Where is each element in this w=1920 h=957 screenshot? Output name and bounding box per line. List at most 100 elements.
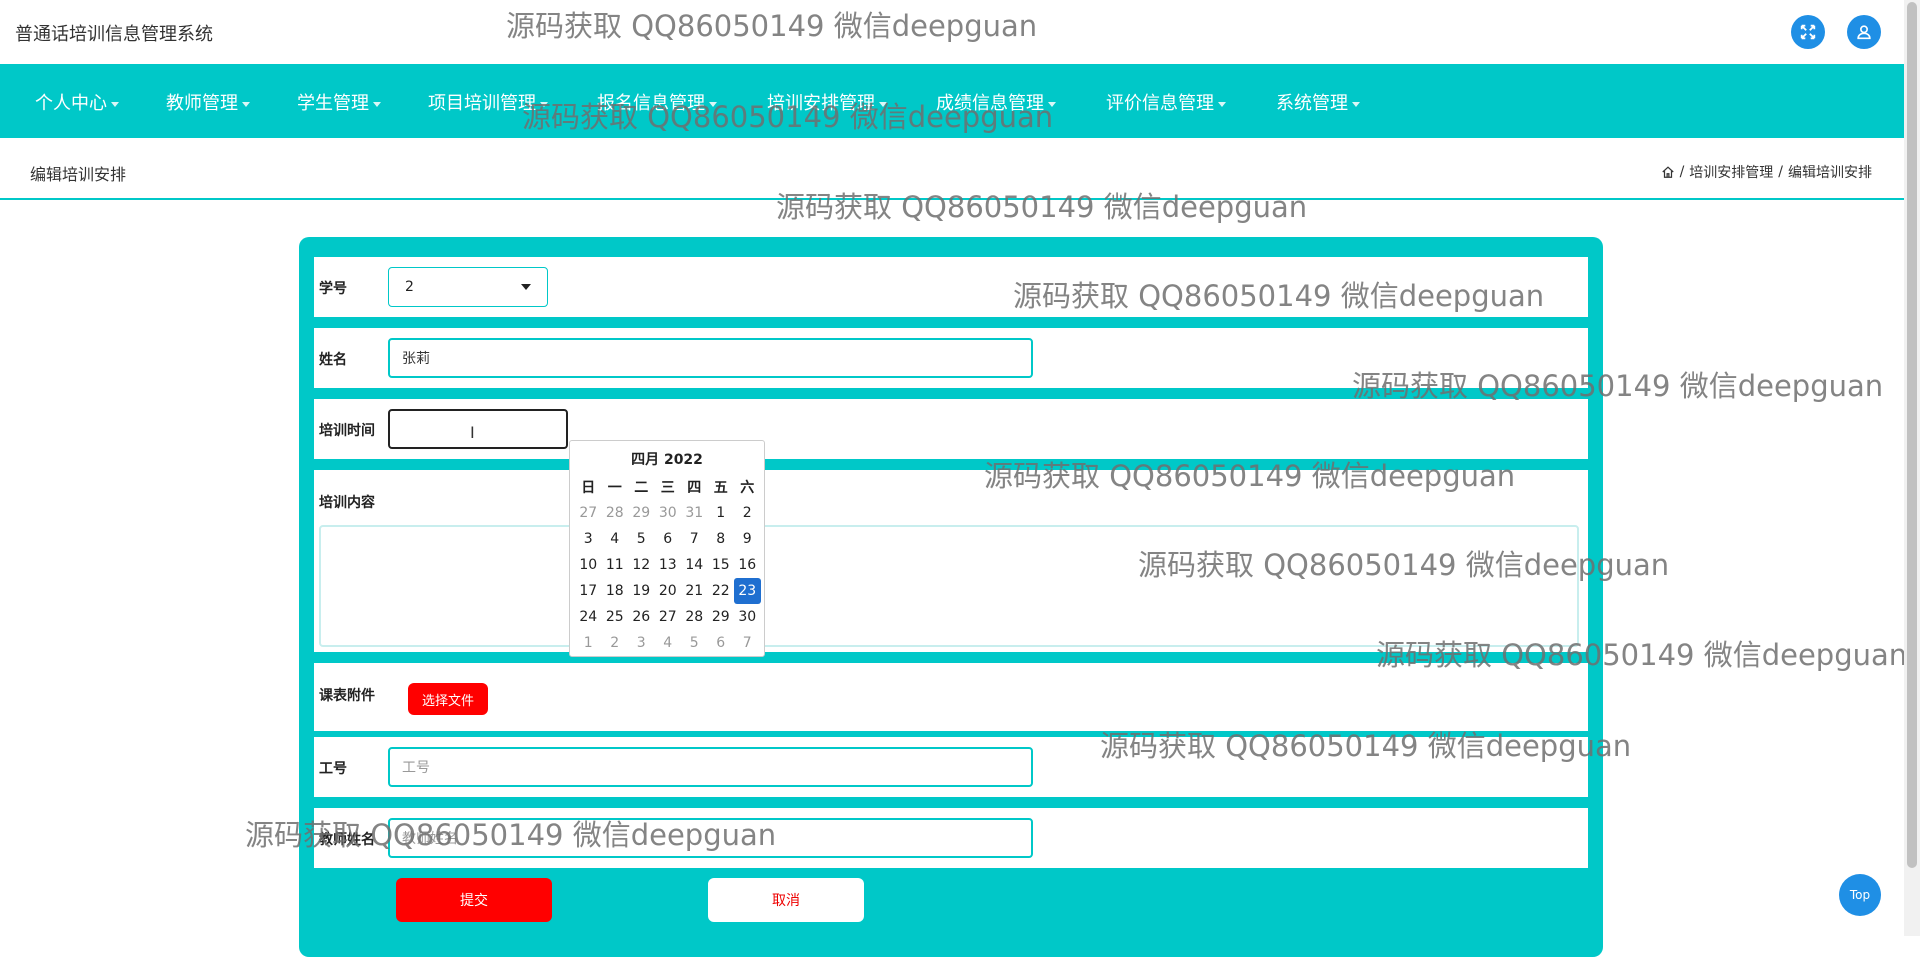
date-picker: 四月 2022 日一二三四五六 27 28 29 30 31 1 2 3 4 5 6 7 8 9 10 11 12…	[569, 440, 765, 657]
nav-item-score-info[interactable]: 成绩信息管理	[936, 89, 1056, 115]
page-title: 编辑培训安排	[30, 165, 127, 184]
calendar-day[interactable]: 25	[602, 604, 629, 630]
calendar-day[interactable]: 12	[628, 552, 655, 578]
weekday-header: 五	[713, 480, 728, 496]
name-input[interactable]: 张莉	[388, 338, 1033, 378]
caret-down-icon	[242, 101, 250, 107]
app-title: 普通话培训信息管理系统	[15, 24, 213, 45]
main-nav: 个人中心 教师管理 学生管理 项目培训管理 报名信息管理 培训安排管理 成绩信息…	[0, 64, 1904, 138]
caret-down-icon	[1218, 101, 1226, 107]
nav-item-system[interactable]: 系统管理	[1276, 89, 1360, 115]
weekday-header: 日	[581, 480, 596, 496]
calendar-day[interactable]: 11	[602, 552, 629, 578]
calendar-day[interactable]: 18	[602, 578, 629, 604]
calendar-day[interactable]: 27	[575, 500, 602, 526]
calendar-day[interactable]: 30	[734, 604, 761, 630]
calendar-day[interactable]: 7	[734, 630, 761, 656]
calendar-day[interactable]: 5	[681, 630, 708, 656]
name-label: 姓名	[319, 352, 347, 368]
user-icon[interactable]	[1847, 15, 1881, 49]
submit-button[interactable]: 提交	[396, 878, 552, 922]
caret-down-icon	[1352, 101, 1360, 107]
calendar-day[interactable]: 19	[628, 578, 655, 604]
calendar-day[interactable]: 30	[655, 500, 682, 526]
calendar-day[interactable]: 23	[734, 578, 761, 604]
attachment-label: 课表附件	[319, 688, 375, 704]
calendar-day[interactable]: 2	[734, 500, 761, 526]
form-row-training-content: 培训内容	[314, 470, 1588, 652]
employee-id-label: 工号	[319, 761, 347, 777]
calendar-day[interactable]: 7	[681, 526, 708, 552]
edit-form: 学号 2 姓名 张莉 培训时间 I 培训内容 课表附件 选择文件 工号 工号 教…	[299, 237, 1603, 957]
calendar-day[interactable]: 31	[681, 500, 708, 526]
calendar-day[interactable]: 17	[575, 578, 602, 604]
nav-item-student-management[interactable]: 学生管理	[297, 89, 381, 115]
calendar-day[interactable]: 1	[708, 500, 735, 526]
training-content-textarea[interactable]	[319, 525, 1579, 647]
scrollbar-thumb[interactable]	[1907, 2, 1917, 868]
form-row-attachment: 课表附件 选择文件	[314, 663, 1588, 731]
nav-item-personal-center[interactable]: 个人中心	[35, 89, 119, 115]
caret-down-icon	[111, 101, 119, 107]
calendar-day[interactable]: 16	[734, 552, 761, 578]
form-row-student-id: 学号 2	[314, 257, 1588, 317]
nav-item-training-schedule[interactable]: 培训安排管理	[767, 89, 887, 115]
nav-item-evaluation[interactable]: 评价信息管理	[1106, 89, 1226, 115]
calendar-day[interactable]: 4	[602, 526, 629, 552]
top-bar: 普通话培训信息管理系统	[0, 0, 1920, 64]
calendar-day[interactable]: 6	[708, 630, 735, 656]
calendar-day[interactable]: 21	[681, 578, 708, 604]
caret-down-icon	[709, 101, 717, 107]
form-row-teacher-name: 教师姓名 教师姓名	[314, 808, 1588, 868]
cancel-button[interactable]: 取消	[708, 878, 864, 922]
calendar-day[interactable]: 10	[575, 552, 602, 578]
calendar-day[interactable]: 24	[575, 604, 602, 630]
calendar-day[interactable]: 2	[602, 630, 629, 656]
teacher-name-label: 教师姓名	[319, 832, 375, 848]
calendar-day[interactable]: 28	[602, 500, 629, 526]
calendar-day[interactable]: 5	[628, 526, 655, 552]
form-row-training-time: 培训时间 I	[314, 399, 1588, 459]
back-to-top-button[interactable]: Top	[1839, 874, 1881, 916]
calendar-day[interactable]: 28	[681, 604, 708, 630]
student-id-select[interactable]: 2	[388, 267, 548, 307]
calendar-grid: 日一二三四五六 27 28 29 30 31 1 2 3 4 5 6 7 8 9 10 11 12 13 14 15 16…	[575, 474, 761, 656]
nav-item-teacher-management[interactable]: 教师管理	[166, 89, 250, 115]
breadcrumb: / 培训安排管理 / 编辑培训安排	[1661, 162, 1872, 182]
calendar-day[interactable]: 4	[655, 630, 682, 656]
calendar-day[interactable]: 1	[575, 630, 602, 656]
fullscreen-icon[interactable]	[1791, 15, 1825, 49]
home-icon[interactable]	[1661, 165, 1675, 179]
training-time-label: 培训时间	[319, 423, 375, 439]
vertical-scrollbar[interactable]	[1904, 0, 1920, 936]
choose-file-button[interactable]: 选择文件	[408, 683, 488, 715]
text-cursor-icon: I	[470, 423, 475, 442]
calendar-day[interactable]: 8	[708, 526, 735, 552]
calendar-day[interactable]: 3	[575, 526, 602, 552]
nav-item-project-training[interactable]: 项目培训管理	[428, 89, 548, 115]
training-time-input[interactable]: I	[388, 409, 568, 449]
calendar-day[interactable]: 14	[681, 552, 708, 578]
calendar-day[interactable]: 13	[655, 552, 682, 578]
calendar-day[interactable]: 3	[628, 630, 655, 656]
calendar-day[interactable]: 9	[734, 526, 761, 552]
teacher-name-input[interactable]: 教师姓名	[388, 818, 1033, 858]
employee-id-input[interactable]: 工号	[388, 747, 1033, 787]
caret-down-icon	[1048, 101, 1056, 107]
breadcrumb-item-current: 编辑培训安排	[1788, 165, 1872, 181]
student-id-label: 学号	[319, 281, 347, 297]
weekday-header: 六	[740, 480, 755, 496]
calendar-day[interactable]: 29	[708, 604, 735, 630]
breadcrumb-bar: 编辑培训安排 / 培训安排管理 / 编辑培训安排	[0, 138, 1904, 200]
nav-item-registration[interactable]: 报名信息管理	[597, 89, 717, 115]
calendar-day[interactable]: 29	[628, 500, 655, 526]
calendar-day[interactable]: 22	[708, 578, 735, 604]
calendar-day[interactable]: 26	[628, 604, 655, 630]
calendar-day[interactable]: 27	[655, 604, 682, 630]
calendar-day[interactable]: 15	[708, 552, 735, 578]
weekday-header: 三	[660, 480, 675, 496]
calendar-day[interactable]: 6	[655, 526, 682, 552]
calendar-day[interactable]: 20	[655, 578, 682, 604]
breadcrumb-item-training-schedule[interactable]: 培训安排管理	[1689, 162, 1773, 182]
chevron-down-icon	[521, 284, 531, 290]
